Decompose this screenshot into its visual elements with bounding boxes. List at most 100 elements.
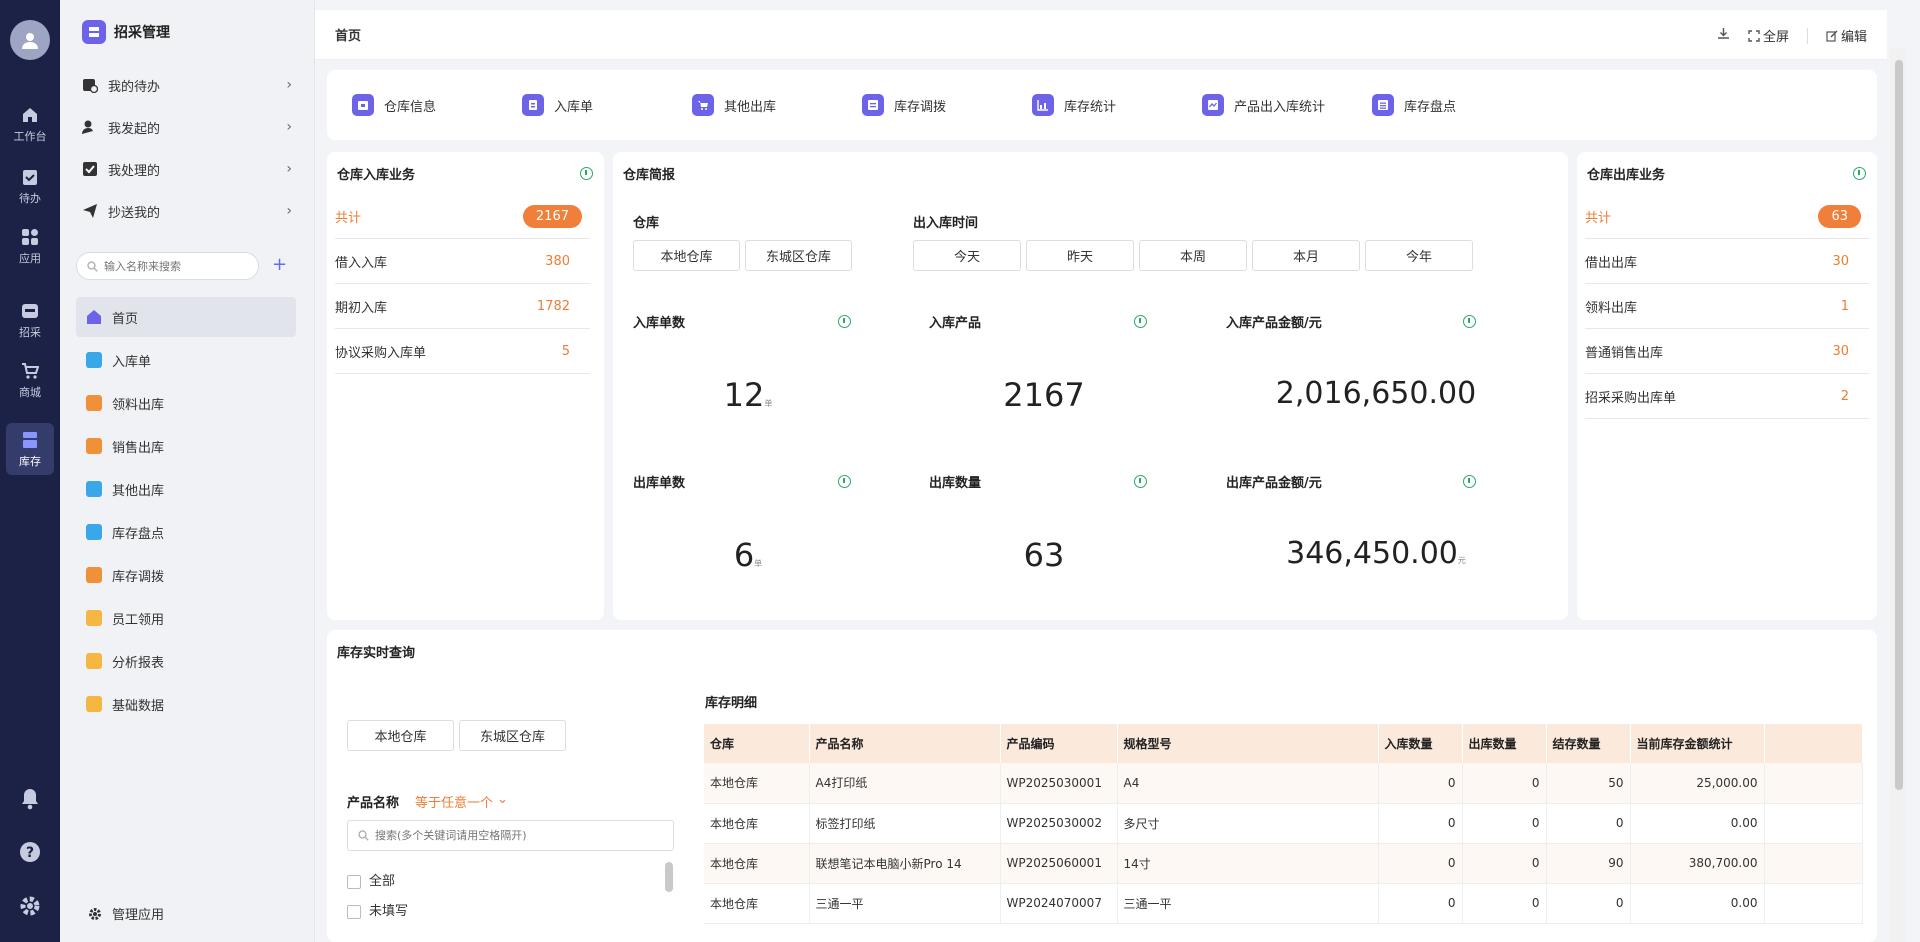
quick-links: 仓库信息 入库单 其他出库 库存调拨 库存统计 产品出入库统计 库存盘点: [327, 70, 1877, 140]
edit-button[interactable]: 编辑: [1826, 26, 1867, 45]
my-handled-item[interactable]: 我处理的 ›: [82, 154, 292, 184]
grid-doc-icon: [86, 567, 102, 583]
bell-icon[interactable]: [19, 788, 41, 810]
option-empty[interactable]: 未填写: [347, 900, 408, 919]
column-header[interactable]: 出库数量: [1462, 724, 1547, 763]
add-menu-button[interactable]: +: [272, 254, 287, 275]
grid-doc-icon: [86, 395, 102, 411]
outbound-row[interactable]: 招采采购出库单 2: [1585, 374, 1869, 419]
info-icon[interactable]: [1463, 315, 1476, 328]
table-header: 仓库 产品名称 产品编码 规格型号 入库数量 出库数量 结存数量 当前库存金额统…: [704, 724, 1863, 763]
outbound-row[interactable]: 领料出库 1: [1585, 284, 1869, 329]
table-row[interactable]: 本地仓库 联想笔记本电脑小新Pro 14 WP2025060001 14寸 0 0 90 38…: [704, 843, 1863, 884]
inbound-row[interactable]: 期初入库 1782: [335, 284, 590, 329]
column-header[interactable]: 仓库: [704, 724, 810, 763]
manage-app-button[interactable]: 管理应用: [88, 904, 164, 923]
metric-label: 入库产品: [929, 316, 982, 331]
time-chip[interactable]: 今年: [1365, 240, 1473, 271]
warehouse-chip[interactable]: 本地仓库: [633, 240, 740, 271]
filter-search[interactable]: [347, 820, 674, 851]
folder-icon: [86, 696, 102, 712]
nav-transfer[interactable]: 库存调拨: [76, 555, 296, 595]
rail-item-workbench[interactable]: 工作台: [6, 98, 54, 150]
warehouse-chip[interactable]: 本地仓库: [347, 720, 454, 751]
quick-transfer[interactable]: 库存调拨: [862, 94, 1032, 116]
settings-icon[interactable]: [19, 895, 41, 917]
nav-home[interactable]: 首页: [76, 297, 296, 337]
page-header: 首页 全屏 编辑: [315, 10, 1887, 60]
document-icon: [86, 481, 102, 497]
quick-product-io-stats[interactable]: 产品出入库统计: [1202, 94, 1372, 116]
filter-operator-select[interactable]: 等于任意一个 ⌄: [415, 792, 508, 811]
warehouse-chip[interactable]: 东城区仓库: [745, 240, 852, 271]
info-icon[interactable]: [1463, 475, 1476, 488]
info-icon[interactable]: [838, 475, 851, 488]
my-initiated-item[interactable]: 我发起的 ›: [82, 112, 292, 142]
info-icon[interactable]: [1134, 315, 1147, 328]
nav-sales-out[interactable]: 销售出库: [76, 426, 296, 466]
quick-other-out[interactable]: 其他出库: [692, 94, 862, 116]
my-todo-item[interactable]: 我的待办 ›: [82, 70, 292, 100]
warehouse-chip[interactable]: 东城区仓库: [459, 720, 566, 751]
nav-employee-use[interactable]: 员工领用: [76, 598, 296, 638]
main-content: 首页 全屏 编辑 仓库信息 入库单 其他出库 库存调拨 库存统计 产品出入库统计…: [315, 0, 1901, 942]
inbound-row[interactable]: 借入入库 380: [335, 239, 590, 284]
rail-item-inventory[interactable]: 库存: [6, 423, 54, 475]
table-row[interactable]: 本地仓库 A4打印纸 WP2025030001 A4 0 0 50 25,000.00: [704, 763, 1863, 804]
column-header[interactable]: 产品名称: [809, 724, 1001, 763]
time-chip[interactable]: 本周: [1139, 240, 1247, 271]
fullscreen-button[interactable]: 全屏: [1748, 26, 1789, 45]
nav-inbound-order[interactable]: 入库单: [76, 340, 296, 380]
check-square-icon: [82, 161, 98, 177]
nav-reports[interactable]: 分析报表: [76, 641, 296, 681]
info-icon[interactable]: [1853, 167, 1866, 180]
user-avatar[interactable]: [10, 20, 50, 60]
search-input[interactable]: [104, 259, 244, 273]
info-icon[interactable]: [838, 315, 851, 328]
download-icon[interactable]: [1717, 27, 1730, 44]
cc-me-item[interactable]: 抄送我的 ›: [82, 196, 292, 226]
time-chip[interactable]: 今天: [913, 240, 1021, 271]
rail-item-procure[interactable]: 招采: [6, 294, 54, 346]
filter-search-input[interactable]: [375, 829, 655, 842]
time-chip[interactable]: 本月: [1252, 240, 1360, 271]
option-all[interactable]: 全部: [347, 870, 395, 889]
table-row[interactable]: 本地仓库 标签打印纸 WP2025030002 多尺寸 0 0 0 0.00: [704, 803, 1863, 844]
stock-table: 仓库 产品名称 产品编码 规格型号 入库数量 出库数量 结存数量 当前库存金额统…: [704, 724, 1863, 924]
info-icon[interactable]: [580, 167, 593, 180]
column-header[interactable]: 产品编码: [1000, 724, 1118, 763]
checklist-icon: [1372, 94, 1394, 116]
chevron-right-icon: ›: [286, 161, 292, 177]
options-scrollbar[interactable]: [665, 862, 673, 892]
transfer-icon: [862, 94, 884, 116]
total-badge: 2167: [522, 204, 582, 228]
nav-stocktake[interactable]: 库存盘点: [76, 512, 296, 552]
toolbar-divider: [1806, 27, 1808, 44]
quick-inbound-order[interactable]: 入库单: [522, 94, 692, 116]
checkbox[interactable]: [347, 904, 361, 919]
inbound-row[interactable]: 协议采购入库单 5: [335, 329, 590, 374]
time-chip[interactable]: 昨天: [1026, 240, 1134, 271]
nav-material-out[interactable]: 领料出库: [76, 383, 296, 423]
info-icon[interactable]: [1134, 475, 1147, 488]
rail-item-apps[interactable]: 应用: [6, 220, 54, 272]
chevron-right-icon: ›: [286, 203, 292, 219]
outbound-row[interactable]: 借出出库 30: [1585, 239, 1869, 284]
nav-other-out[interactable]: 其他出库: [76, 469, 296, 509]
checkbox[interactable]: [347, 874, 361, 889]
table-row[interactable]: 本地仓库 三通一平 WP2024070007 三通一平 0 0 0 0.00: [704, 883, 1863, 924]
quick-stocktake[interactable]: 库存盘点: [1372, 94, 1542, 116]
rail-item-todo[interactable]: 待办: [6, 160, 54, 212]
nav-base-data[interactable]: 基础数据: [76, 684, 296, 724]
quick-warehouse-info[interactable]: 仓库信息: [352, 94, 522, 116]
page-scrollbar[interactable]: [1895, 60, 1903, 790]
column-header[interactable]: 当前库存金额统计: [1630, 724, 1765, 763]
column-header[interactable]: 结存数量: [1546, 724, 1631, 763]
rail-item-mall[interactable]: 商城: [6, 354, 54, 406]
quick-stock-stats[interactable]: 库存统计: [1032, 94, 1202, 116]
column-header[interactable]: 规格型号: [1117, 724, 1379, 763]
outbound-row[interactable]: 普通销售出库 30: [1585, 329, 1869, 374]
menu-search[interactable]: [76, 252, 259, 280]
column-header[interactable]: 入库数量: [1378, 724, 1463, 763]
help-icon[interactable]: ?: [19, 841, 41, 863]
